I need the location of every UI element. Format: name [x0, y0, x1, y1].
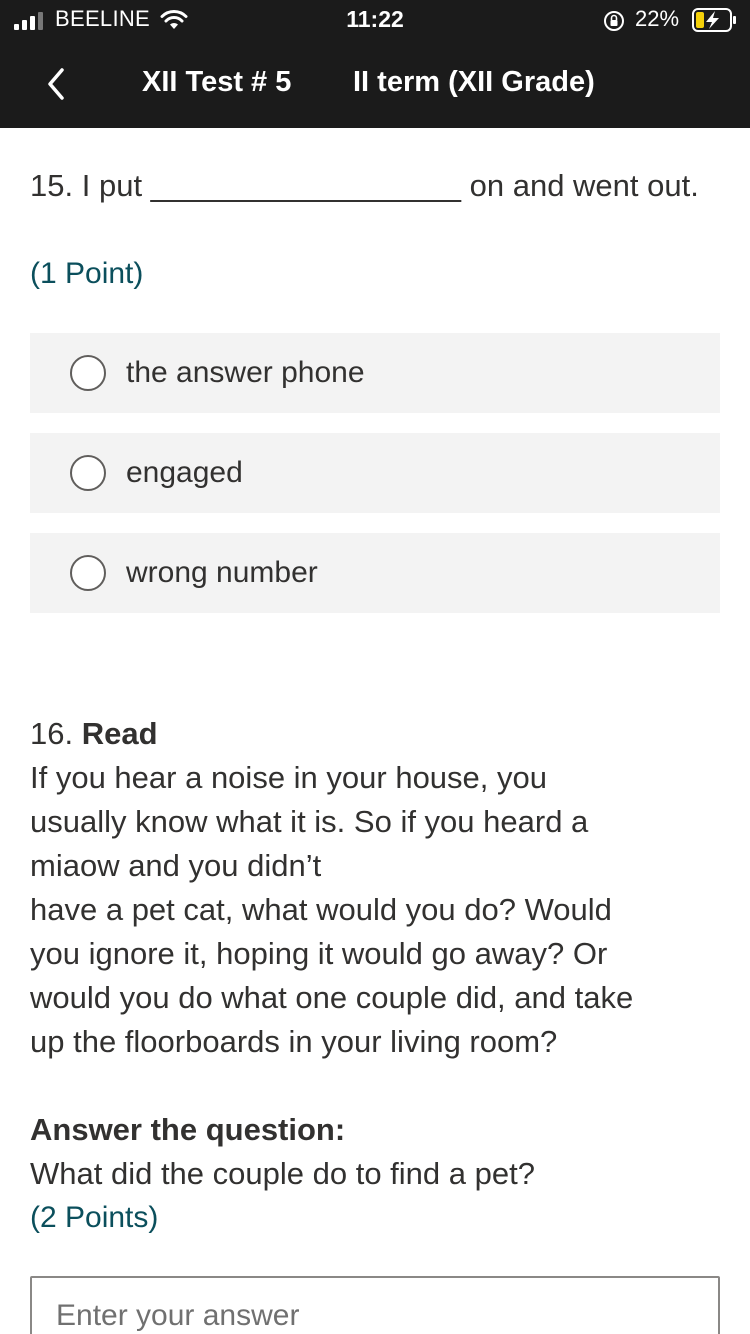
option-the-answer-phone[interactable]: the answer phone: [30, 333, 720, 413]
question-number: 16.: [30, 716, 74, 751]
passage-line: up the floorboards in your living room?: [30, 1024, 558, 1059]
answer-input[interactable]: [56, 1294, 696, 1334]
radio-button[interactable]: [70, 455, 106, 491]
battery-percent: 22%: [635, 6, 680, 31]
question-16-points: (2 Points): [30, 1201, 159, 1234]
option-label: the answer phone: [126, 356, 365, 389]
rotation-lock-icon: [604, 11, 624, 31]
app-header: BEELINE 11:22 22% XII Test # 5 II term (…: [0, 0, 750, 128]
question-16-text: What did the couple do to find a pet?: [30, 1156, 535, 1191]
form-subtitle: II term (XII Grade): [353, 66, 595, 98]
question-number: 15.: [30, 168, 74, 203]
reading-passage: If you hear a noise in your house, you u…: [30, 756, 720, 1064]
form-title: XII Test # 5: [142, 66, 292, 98]
question-heading: Read: [81, 716, 158, 751]
radio-button[interactable]: [70, 355, 106, 391]
passage-line: have a pet cat, what would you do? Would: [30, 892, 612, 927]
passage-line: If you hear a noise in your house, you: [30, 760, 547, 795]
status-bar: BEELINE 11:22 22%: [0, 0, 750, 42]
question-16-title: 16. Read: [30, 712, 158, 756]
option-label: wrong number: [126, 556, 318, 589]
radio-button[interactable]: [70, 555, 106, 591]
navigation-bar: XII Test # 5 II term (XII Grade): [0, 42, 750, 128]
option-label: engaged: [126, 456, 243, 489]
question-15-points: (1 Point): [30, 257, 144, 290]
question-text: I put __________________ on and went out…: [81, 168, 699, 203]
passage-line: miaow and you didn’t: [30, 848, 322, 883]
answer-prompt-label: Answer the question:: [30, 1112, 346, 1147]
option-engaged[interactable]: engaged: [30, 433, 720, 513]
back-chevron-icon[interactable]: [38, 60, 74, 108]
passage-line: would you do what one couple did, and ta…: [30, 980, 634, 1015]
battery-charging-icon: [692, 8, 736, 32]
passage-line: usually know what it is. So if you heard…: [30, 804, 589, 839]
question-15-title: 15. I put __________________ on and went…: [30, 164, 720, 208]
passage-line: you ignore it, hoping it would go away? …: [30, 936, 608, 971]
option-wrong-number[interactable]: wrong number: [30, 533, 720, 613]
answer-field-container[interactable]: [30, 1276, 720, 1334]
